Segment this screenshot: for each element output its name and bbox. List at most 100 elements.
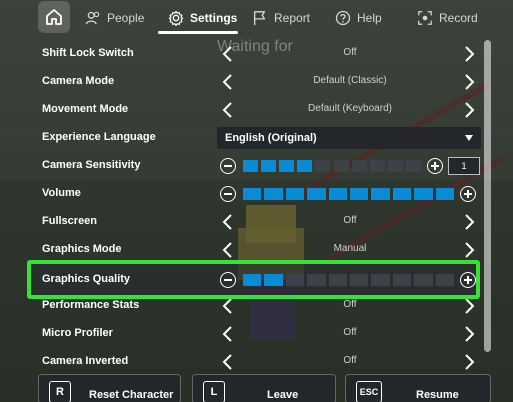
chevron-right-icon[interactable]	[460, 324, 478, 344]
top-navigation: People Settings Report Help Record	[0, 0, 513, 34]
setting-value: Off	[343, 327, 357, 338]
key-hint: R	[49, 381, 71, 402]
tab-help[interactable]: Help	[335, 4, 382, 32]
leave-button[interactable]: L Leave	[192, 374, 336, 402]
language-dropdown[interactable]: English (Original)	[217, 127, 481, 149]
sensitivity-value: 1	[461, 161, 467, 171]
home-button[interactable]	[38, 1, 70, 33]
chevron-right-icon[interactable]	[460, 100, 478, 120]
slider-segment[interactable]	[315, 160, 331, 172]
tab-record[interactable]: Record	[417, 4, 478, 32]
gear-icon	[168, 10, 184, 26]
chevron-left-icon[interactable]	[219, 352, 237, 372]
setting-label: Camera Inverted	[42, 355, 129, 367]
plus-icon[interactable]	[427, 158, 443, 174]
chevron-left-icon[interactable]	[219, 212, 237, 232]
leave-label: Leave	[267, 389, 299, 401]
slider-segment[interactable]	[392, 188, 412, 200]
setting-label: Volume	[42, 187, 81, 199]
setting-movement-mode: Movement Mode Default (Keyboard)	[0, 96, 513, 124]
resume-label: Resume	[416, 389, 459, 401]
setting-volume: Volume	[0, 180, 513, 208]
flag-icon	[254, 11, 266, 26]
slider-segment[interactable]	[351, 160, 367, 172]
setting-label: Graphics Mode	[42, 243, 122, 255]
reset-character-button[interactable]: R Reset Character	[38, 374, 181, 402]
key-hint: L	[203, 381, 225, 402]
key-hint: ESC	[356, 381, 382, 402]
slider-segment[interactable]	[405, 160, 421, 172]
setting-label: Camera Sensitivity	[42, 159, 141, 171]
setting-fullscreen: Fullscreen Off	[0, 208, 513, 236]
tab-report[interactable]: Report	[252, 4, 310, 32]
active-tab-indicator	[158, 31, 238, 34]
sensitivity-value-field[interactable]: 1	[448, 157, 480, 175]
tab-settings[interactable]: Settings	[168, 4, 237, 32]
reset-character-label: Reset Character	[89, 389, 174, 401]
chevron-left-icon[interactable]	[219, 324, 237, 344]
caret-down-icon	[465, 135, 473, 141]
people-icon	[85, 11, 100, 25]
bottom-bar: R Reset Character L Leave ESC Resume	[0, 374, 513, 402]
chevron-right-icon[interactable]	[460, 296, 478, 316]
slider-segment[interactable]	[243, 188, 262, 200]
chevron-right-icon[interactable]	[460, 72, 478, 92]
chevron-right-icon[interactable]	[460, 352, 478, 372]
setting-label: Movement Mode	[42, 103, 129, 115]
setting-camera-inverted: Camera Inverted Off	[0, 348, 513, 376]
setting-shift-lock: Shift Lock Switch Off	[0, 40, 513, 68]
slider-segment[interactable]	[350, 188, 369, 200]
graphics-quality-highlight-box	[27, 260, 480, 299]
language-dropdown-value: English (Original)	[225, 132, 317, 144]
chevron-left-icon[interactable]	[219, 44, 237, 64]
setting-camera-mode: Camera Mode Default (Classic)	[0, 68, 513, 96]
slider-segment[interactable]	[264, 188, 283, 200]
chevron-left-icon[interactable]	[219, 100, 237, 120]
slider-segment[interactable]	[285, 188, 305, 200]
scrollbar-thumb[interactable]	[484, 40, 491, 352]
resume-button[interactable]: ESC Resume	[345, 374, 491, 402]
slider-segment[interactable]	[387, 160, 403, 172]
setting-experience-language: Experience Language English (Original)	[0, 124, 513, 152]
setting-value: Off	[343, 47, 357, 58]
chevron-right-icon[interactable]	[460, 240, 478, 260]
slider-segment[interactable]	[328, 188, 347, 200]
setting-label: Performance Stats	[42, 299, 140, 311]
setting-value: Default (Keyboard)	[308, 103, 392, 114]
chevron-right-icon[interactable]	[460, 212, 478, 232]
chevron-left-icon[interactable]	[219, 72, 237, 92]
minus-icon[interactable]	[220, 186, 236, 202]
slider-segment[interactable]	[261, 160, 277, 172]
slider-segment[interactable]	[333, 160, 349, 172]
slider-segment[interactable]	[414, 188, 433, 200]
slider-segment[interactable]	[297, 160, 313, 172]
setting-label: Micro Profiler	[42, 327, 113, 339]
slider-segment[interactable]	[307, 188, 326, 200]
chevron-right-icon[interactable]	[460, 44, 478, 64]
sensitivity-slider[interactable]	[243, 152, 421, 180]
setting-camera-sensitivity: Camera Sensitivity 1	[0, 152, 513, 180]
slider-segment[interactable]	[371, 188, 390, 200]
plus-icon[interactable]	[460, 186, 476, 202]
setting-value: Off	[343, 299, 357, 310]
chevron-left-icon[interactable]	[219, 240, 237, 260]
tab-report-label: Report	[274, 11, 311, 25]
minus-icon[interactable]	[220, 158, 236, 174]
chevron-left-icon[interactable]	[219, 296, 237, 316]
setting-label: Fullscreen	[42, 215, 98, 227]
tab-people[interactable]: People	[85, 4, 144, 32]
slider-segment[interactable]	[369, 160, 385, 172]
volume-slider[interactable]	[243, 180, 454, 208]
tab-record-label: Record	[439, 11, 478, 25]
setting-value: Off	[343, 355, 357, 366]
tab-people-label: People	[107, 11, 145, 25]
settings-scrollbar[interactable]	[484, 40, 491, 352]
slider-segment[interactable]	[243, 160, 259, 172]
slider-segment[interactable]	[279, 160, 295, 172]
setting-label: Camera Mode	[42, 75, 115, 87]
setting-label: Shift Lock Switch	[42, 47, 134, 59]
setting-micro-profiler: Micro Profiler Off	[0, 320, 513, 348]
home-icon	[46, 9, 62, 25]
slider-segment[interactable]	[435, 188, 454, 200]
setting-value: Manual	[333, 243, 367, 254]
